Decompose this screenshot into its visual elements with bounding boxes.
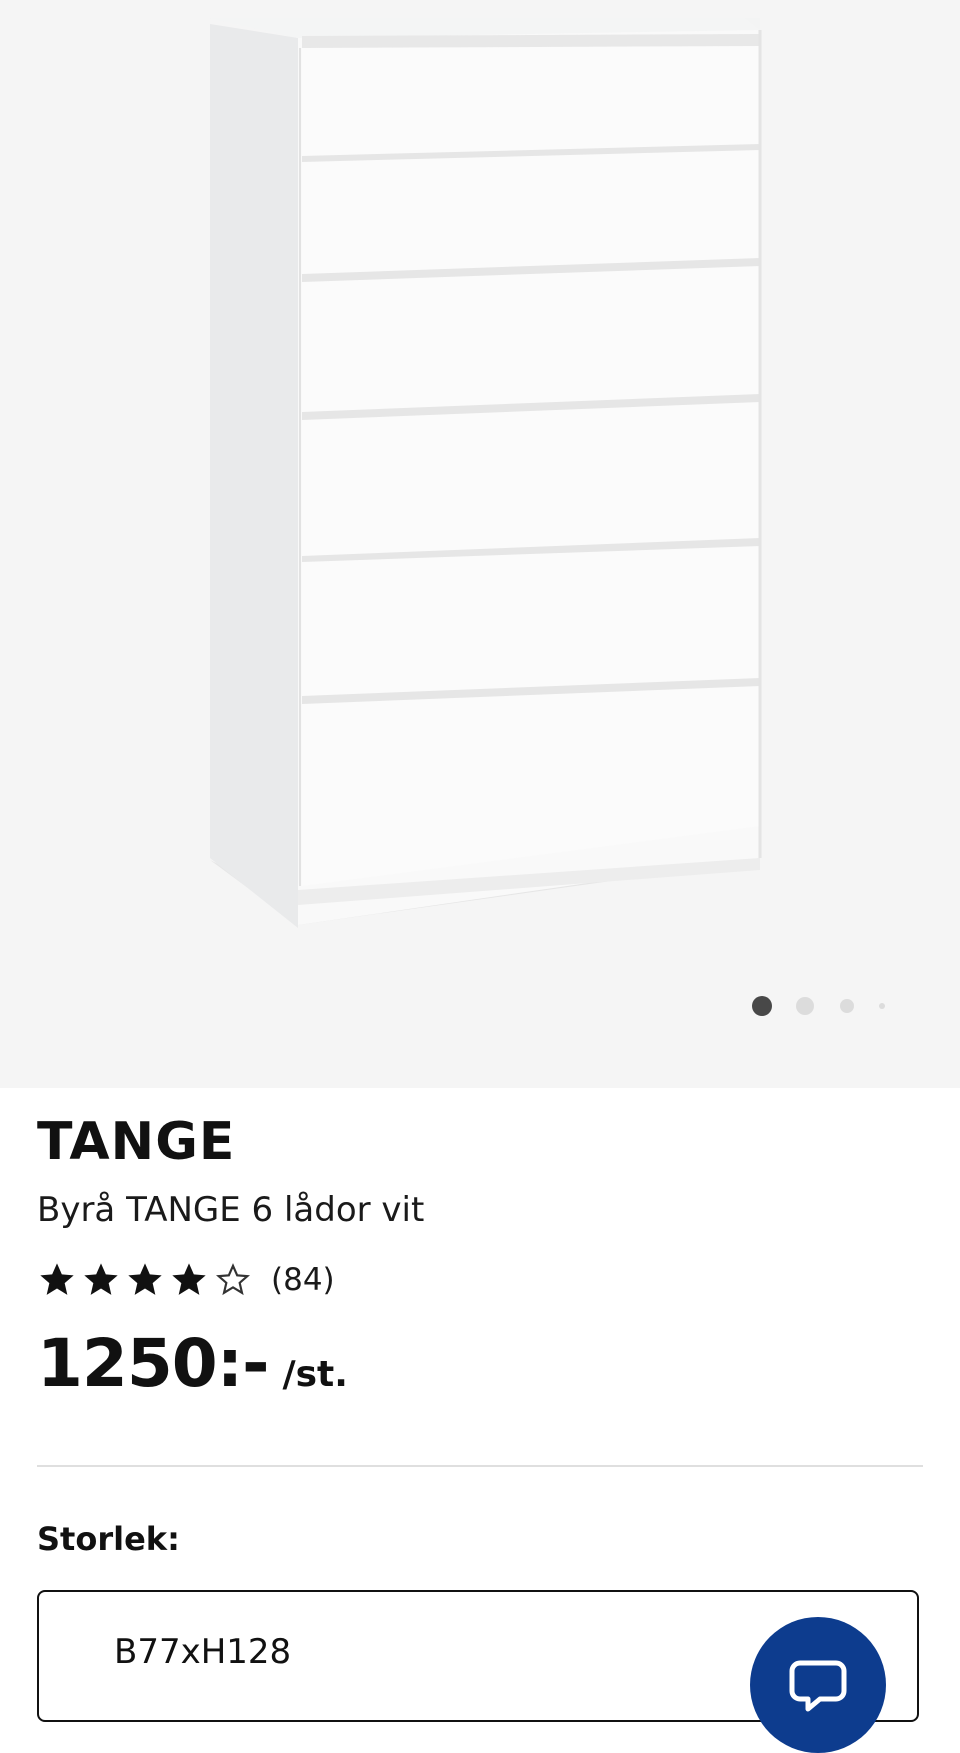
product-price: 1250:- /st. <box>37 1324 348 1404</box>
size-label: Storlek: <box>37 1520 180 1558</box>
product-description: Byrå TANGE 6 lådor vit <box>37 1190 425 1230</box>
product-name: TANGE <box>37 1112 236 1172</box>
star-filled-icon <box>172 1263 206 1295</box>
product-rating[interactable]: (84) <box>37 1258 335 1302</box>
price-value: 1250:- <box>37 1325 269 1402</box>
review-count[interactable]: (84) <box>271 1262 335 1298</box>
star-filled-icon <box>128 1263 162 1295</box>
carousel-dot[interactable] <box>879 1003 885 1009</box>
star-filled-icon <box>40 1263 74 1295</box>
carousel-dot[interactable] <box>840 999 854 1013</box>
price-unit: /st. <box>282 1354 348 1395</box>
size-selected-value: B77xH128 <box>114 1632 292 1672</box>
product-image-gallery[interactable] <box>0 0 960 1088</box>
star-outline-icon <box>216 1263 250 1296</box>
chat-bubble-icon <box>789 1660 847 1712</box>
star-filled-icon <box>84 1263 118 1295</box>
product-info: TANGE Byrå TANGE 6 lådor vit (84) 1250:-… <box>37 1110 923 1402</box>
divider <box>37 1465 923 1467</box>
carousel-dot[interactable] <box>796 997 814 1015</box>
carousel-dot-active[interactable] <box>752 996 772 1016</box>
chat-button[interactable] <box>750 1617 886 1753</box>
product-image[interactable] <box>0 0 960 1088</box>
